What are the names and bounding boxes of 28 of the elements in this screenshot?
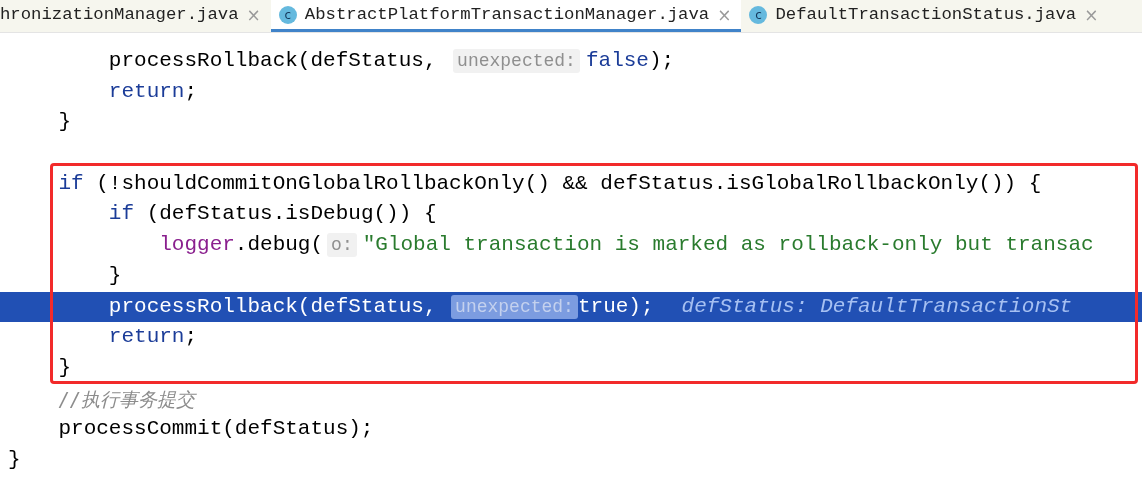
tab-label: hronizationManager.java xyxy=(0,5,239,24)
code-text: if (!shouldCommitOnGlobalRollbackOnly() && defStatus.isGlobalRollbackOnly()) { xyxy=(58,171,1042,195)
code-text: } xyxy=(58,355,72,379)
inline-value: defStatus: DefaultTransactionSt xyxy=(681,294,1073,318)
editor-tab[interactable]: c AbstractPlatformTransactionManager.java × xyxy=(270,0,742,32)
code-text: logger.debug( xyxy=(159,233,324,257)
parameter-hint: unexpected: xyxy=(453,49,580,73)
code-text: true); xyxy=(577,294,654,318)
parameter-hint: o: xyxy=(327,233,357,258)
code-text: processRollback(defStatus, xyxy=(108,49,438,72)
code-text: return; xyxy=(108,79,198,103)
editor-tab[interactable]: hronizationManager.java × xyxy=(0,0,271,32)
class-icon: c xyxy=(278,5,297,24)
code-text: "Global transaction is marked as rollback-only but transac xyxy=(362,233,1094,257)
editor-tab[interactable]: c DefaultTransactionStatus.java × xyxy=(741,0,1109,32)
code-text: false); xyxy=(585,49,675,72)
code-text: } xyxy=(108,263,122,287)
class-icon: c xyxy=(749,5,768,24)
code-comment: //执行事务提交 xyxy=(58,388,196,412)
code-text: processRollback(defStatus, xyxy=(108,294,438,318)
code-text: return; xyxy=(108,325,198,349)
code-text: } xyxy=(58,110,72,134)
code-text: if (defStatus.isDebug()) { xyxy=(108,202,437,226)
code-text: processCommit(defStatus); xyxy=(58,417,374,441)
parameter-hint: unexpected: xyxy=(451,294,578,319)
code-text: } xyxy=(8,447,21,471)
tab-label: DefaultTransactionStatus.java xyxy=(775,5,1077,24)
tab-label: AbstractPlatformTransactionManager.java xyxy=(304,5,710,24)
